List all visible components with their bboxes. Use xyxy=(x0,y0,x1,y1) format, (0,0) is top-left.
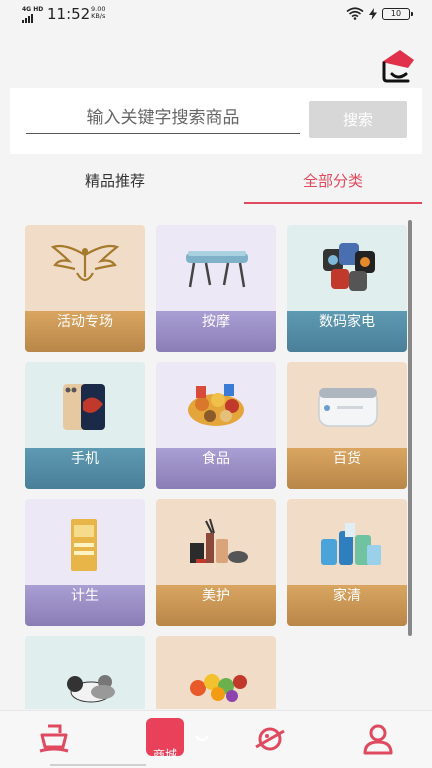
nav-item-profile[interactable] xyxy=(324,711,432,768)
category-card-massage[interactable]: 按摩 xyxy=(156,225,276,352)
bottom-nav: 商城 xyxy=(0,710,432,768)
wifi-icon xyxy=(346,7,364,20)
category-card-fruits[interactable] xyxy=(156,636,276,709)
category-card-beauty[interactable]: 美护 xyxy=(156,499,276,626)
pets-icon xyxy=(67,675,115,703)
speed-unit: KB/s xyxy=(91,12,106,20)
cosmetics-icon xyxy=(190,518,248,563)
clock: 11:52 xyxy=(47,5,91,23)
condom-box-icon xyxy=(71,519,97,571)
nav-item-home[interactable] xyxy=(0,711,108,768)
ultrasonic-cleaner-icon xyxy=(318,388,378,427)
category-card-digital[interactable]: 数码家电 xyxy=(287,225,407,352)
category-tabs: 精品推荐 全部分类 xyxy=(0,160,432,206)
category-card-household-cleaning[interactable]: 家清 xyxy=(287,499,407,626)
category-card-activity[interactable]: 活动专场 xyxy=(25,225,145,352)
category-label: 按摩 xyxy=(156,311,276,352)
nav-item-discover[interactable] xyxy=(216,711,324,768)
search-button[interactable]: 搜索 xyxy=(309,101,407,138)
category-label: 百货 xyxy=(287,448,407,489)
tab-featured[interactable]: 精品推荐 xyxy=(30,160,200,204)
user-icon xyxy=(363,724,393,755)
category-card-food[interactable]: 食品 xyxy=(156,362,276,489)
category-label: 计生 xyxy=(25,585,145,626)
snacks-icon xyxy=(188,384,244,426)
nav-item-mall[interactable]: 商城 xyxy=(108,711,216,768)
battery-level: 10 xyxy=(390,8,402,18)
category-label: 数码家电 xyxy=(287,311,407,352)
category-label: 活动专场 xyxy=(25,311,145,352)
nav-label-mall: 商城 xyxy=(152,748,177,762)
category-grid: 活动专场 按摩 数码家电 手机 食品 百货 计生 美护 家清 xyxy=(0,212,432,709)
smartphone-icon xyxy=(63,384,105,430)
status-bar: 4G HD 11:52 9.00 KB/s 10 xyxy=(0,0,432,30)
battery-icon: 10 xyxy=(382,7,413,20)
network-indicator: 4G HD xyxy=(22,6,43,23)
search-input[interactable] xyxy=(26,102,300,134)
fruits-icon xyxy=(190,674,247,702)
category-card-general[interactable]: 百货 xyxy=(287,362,407,489)
search-panel: 搜索 xyxy=(10,88,422,154)
brand-logo-icon xyxy=(382,50,414,83)
planet-icon xyxy=(255,727,285,751)
scrollbar[interactable] xyxy=(408,220,412,636)
category-label: 食品 xyxy=(156,448,276,489)
cleaning-products-icon xyxy=(321,523,381,565)
app-header xyxy=(0,30,432,88)
category-label: 手机 xyxy=(25,448,145,489)
category-label: 美护 xyxy=(156,585,276,626)
charging-icon xyxy=(369,7,377,20)
category-card-family-planning[interactable]: 计生 xyxy=(25,499,145,626)
tab-all-categories[interactable]: 全部分类 xyxy=(244,160,422,204)
home-indicator xyxy=(50,764,146,766)
network-speed: 9.00 KB/s xyxy=(91,6,105,20)
massage-table-icon xyxy=(186,251,248,288)
network-type: 4G HD xyxy=(22,6,44,13)
category-card-pets[interactable] xyxy=(25,636,145,709)
phoenix-logo-icon xyxy=(50,244,120,282)
ship-icon xyxy=(39,724,69,753)
smartwatches-icon xyxy=(323,243,375,291)
category-card-phone[interactable]: 手机 xyxy=(25,362,145,489)
category-label: 家清 xyxy=(287,585,407,626)
